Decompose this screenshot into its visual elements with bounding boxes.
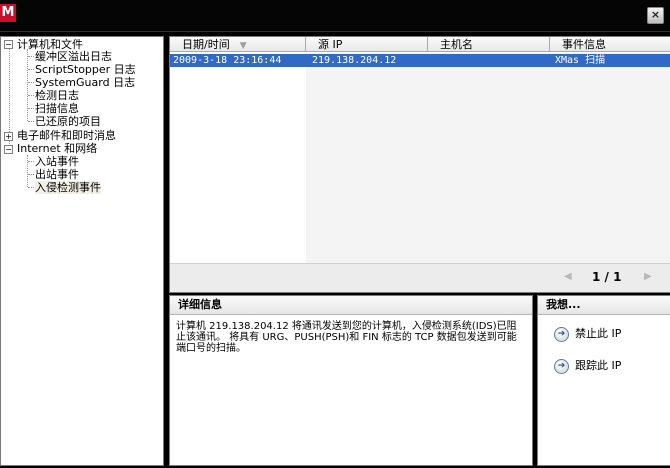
tree-item-buffer-overflow-log[interactable]: 缓冲区溢出日志 [35,50,112,63]
page-indicator: 1 / 1 [592,270,622,284]
tree-connector [27,49,28,121]
detail-text: 计算机 219.138.204.12 将通讯发送到您的计算机，入侵检测系统(ID… [176,321,517,354]
column-header-hostname[interactable]: 主机名 [428,37,550,52]
close-icon[interactable]: × [647,7,664,24]
table-row[interactable]: 2009-3-18 23:16:44 219.138.204.12 XMas 扫… [170,54,670,67]
tree-item-internet-network[interactable]: Internet 和网络 [17,142,97,155]
cell-source-ip: 219.138.204.12 [312,55,397,66]
action-label: 跟踪此 IP [575,359,622,372]
tree-connector [28,69,34,70]
tree-item-scriptstopper-log[interactable]: ScriptStopper 日志 [35,63,136,76]
expand-icon[interactable]: + [4,132,13,141]
pagination-bar: ◀ 1 / 1 ▶ [170,263,670,292]
column-header-datetime[interactable]: 日期/时间 ▼ [170,37,306,52]
block-ip-link[interactable]: ➔ 禁止此 IP [554,326,621,342]
actions-panel: 我想... ➔ 禁止此 IP ➔ 跟踪此 IP [537,295,670,466]
tree-item-inbound-events[interactable]: 入站事件 [35,155,79,168]
tree-item-scan-info[interactable]: 扫描信息 [35,102,79,115]
column-header-source-ip[interactable]: 源 IP [306,37,428,52]
cell-event-info: XMas 扫描 [555,55,606,66]
tree-item-outbound-events[interactable]: 出站事件 [35,168,79,181]
tree-connector [28,108,34,109]
actions-header: 我想... [538,296,670,315]
title-bar: M × [0,0,670,32]
column-header-event-info[interactable]: 事件信息 [550,37,670,52]
event-list: 日期/时间 ▼ 源 IP 主机名 事件信息 2009-3-18 23:16:44 … [169,36,670,293]
sort-down-icon: ▼ [239,41,247,51]
tree-connector [27,155,28,187]
tree-item-intrusion-events[interactable]: 入侵检测事件 [35,181,101,194]
next-page-icon[interactable]: ▶ [644,271,652,282]
arrow-right-icon: ➔ [554,326,569,342]
app-logo: M [0,4,16,22]
navigation-tree: − 计算机和文件 缓冲区溢出日志 ScriptStopper 日志 System… [0,36,164,466]
action-label: 禁止此 IP [575,327,622,340]
tree-connector [28,174,34,175]
column-header-label: 日期/时间 [182,38,230,51]
cell-datetime: 2009-3-18 23:16:44 [173,55,282,66]
tree-connector [28,121,34,122]
trace-ip-link[interactable]: ➔ 跟踪此 IP [554,358,621,374]
tree-connector [28,95,34,96]
tree-item-systemguard-log[interactable]: SystemGuard 日志 [35,76,135,89]
collapse-icon[interactable]: − [4,145,13,154]
tree-item-detection-log[interactable]: 检测日志 [35,89,79,102]
tree-connector [28,161,34,162]
tree-connector [28,187,34,188]
tree-connector [28,82,34,83]
column-background [306,53,670,263]
tree-connector [28,56,34,57]
detail-header: 详细信息 [170,296,532,315]
detail-panel: 详细信息 计算机 219.138.204.12 将通讯发送到您的计算机，入侵检测… [169,295,533,466]
arrow-right-icon: ➔ [554,358,569,374]
previous-page-icon[interactable]: ◀ [564,271,572,282]
tree-item-restored-items[interactable]: 已还原的项目 [35,115,101,128]
collapse-icon[interactable]: − [4,40,13,49]
tree-item-email-im[interactable]: 电子邮件和即时消息 [17,129,116,142]
